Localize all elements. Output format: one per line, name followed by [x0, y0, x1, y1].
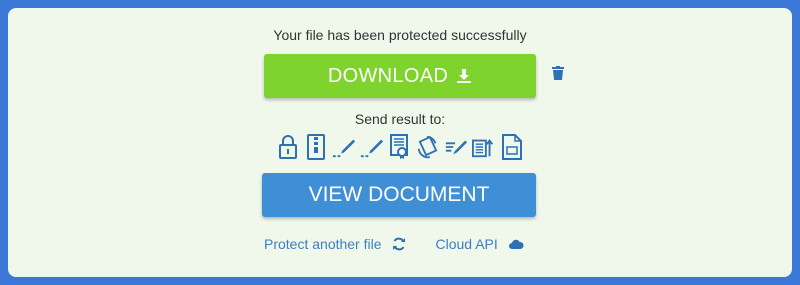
lock-icon[interactable]	[276, 133, 300, 161]
refresh-icon	[392, 237, 405, 251]
view-document-button[interactable]: VIEW DOCUMENT	[262, 173, 536, 217]
send-result-label: Send result to:	[354, 111, 446, 127]
cloud-api-link[interactable]: Cloud API	[436, 236, 524, 252]
sign-icon[interactable]	[360, 133, 384, 161]
download-icon	[457, 69, 472, 83]
rotate-document-icon[interactable]	[416, 133, 440, 161]
sign-icon[interactable]	[332, 133, 356, 161]
download-button-label: DOWNLOAD	[327, 64, 449, 87]
reorder-pages-icon[interactable]	[472, 133, 496, 161]
status-message: Your file has been protected successfull…	[273, 27, 527, 43]
zip-file-icon[interactable]	[304, 133, 328, 161]
cloud-api-label: Cloud API	[435, 236, 498, 252]
edit-icon[interactable]	[444, 133, 468, 161]
certificate-icon[interactable]	[388, 133, 412, 161]
download-button[interactable]: DOWNLOAD	[264, 54, 536, 98]
send-result-icons	[276, 132, 524, 162]
document-icon[interactable]	[500, 133, 524, 161]
protect-another-link[interactable]: Protect another file	[264, 236, 406, 252]
trash-icon[interactable]	[552, 66, 564, 85]
cloud-icon	[508, 239, 524, 249]
footer-links: Protect another file Cloud API	[264, 234, 524, 254]
result-panel: Your file has been protected successfull…	[8, 8, 792, 277]
protect-another-label: Protect another file	[264, 236, 382, 252]
